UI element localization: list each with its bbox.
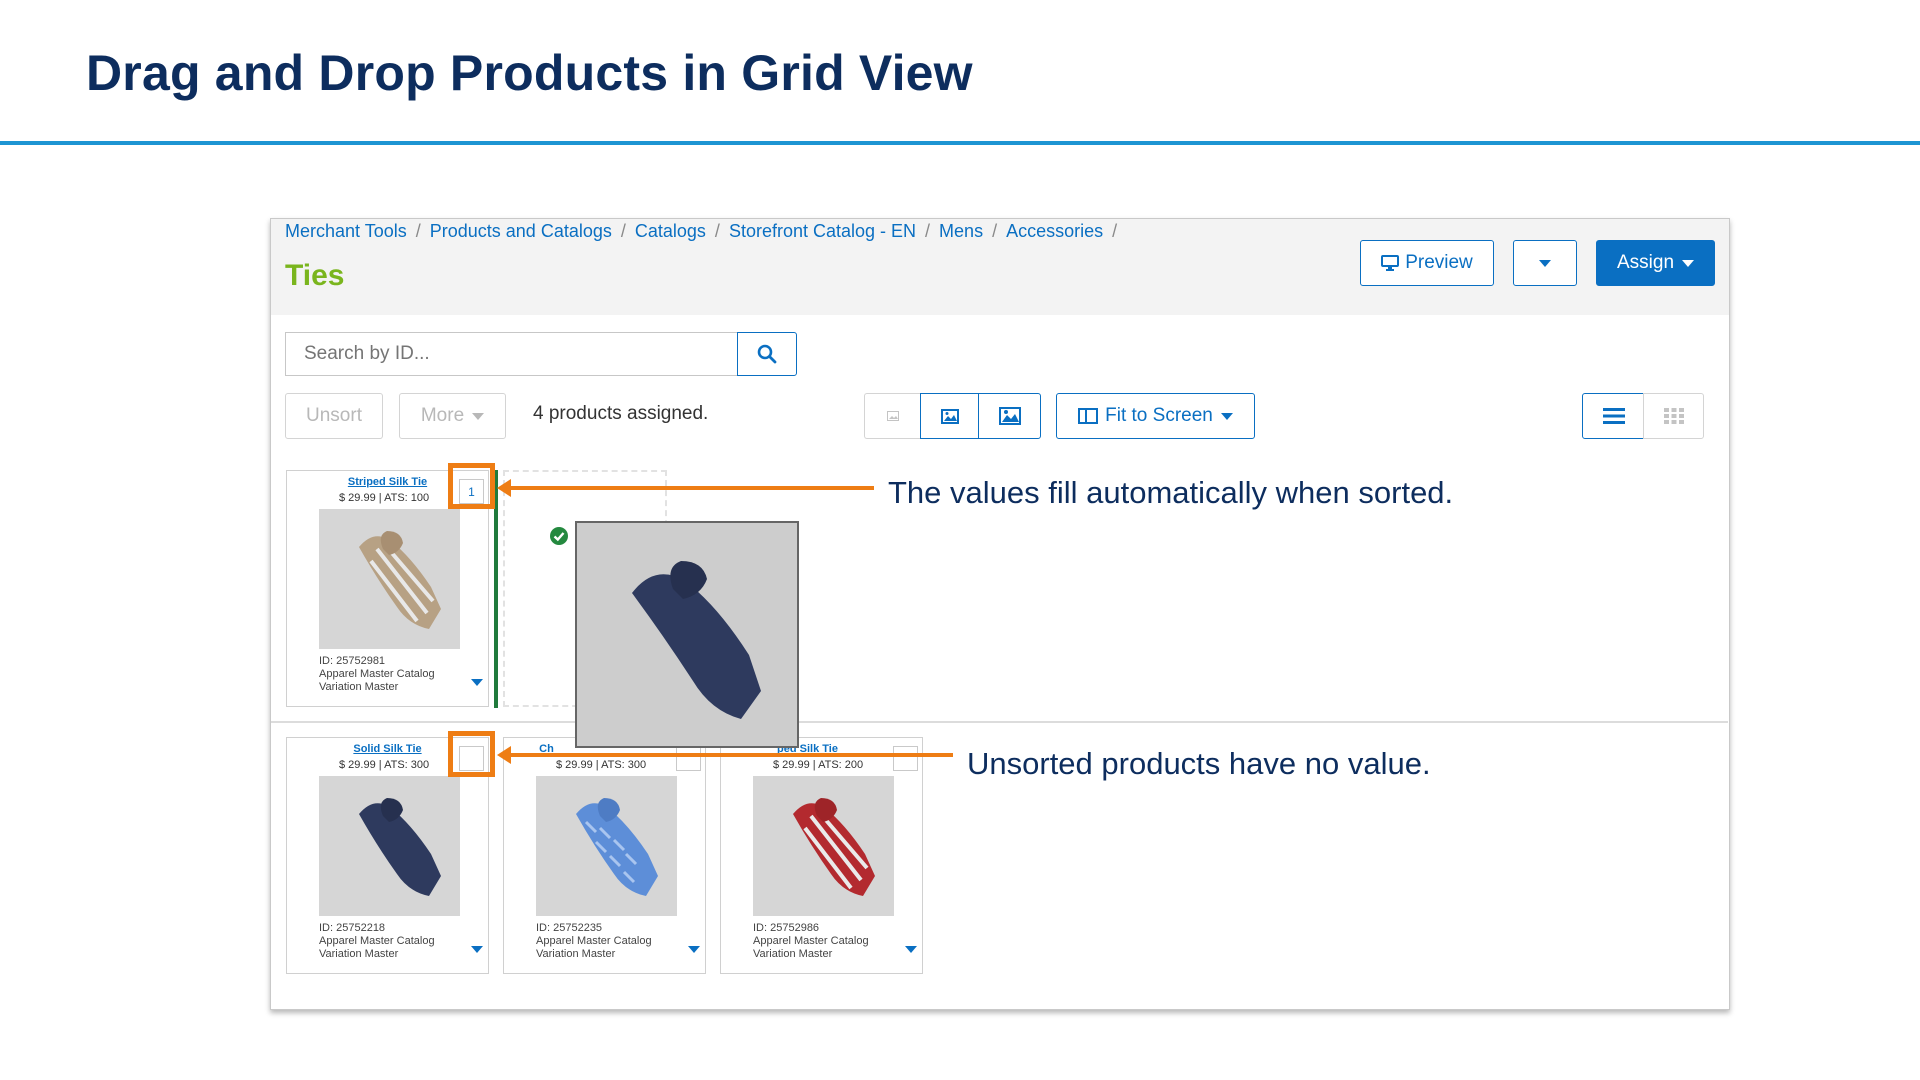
product-catalog: Apparel Master Catalog [536,935,652,947]
product-catalog: Apparel Master Catalog [319,935,435,947]
list-view-button[interactable] [1582,393,1645,439]
product-image [319,509,460,649]
fit-to-screen-label: Fit to Screen [1105,405,1213,426]
product-price: $ 29.99 | ATS: 300 [556,759,647,771]
chevron-down-icon [1682,259,1695,267]
search-icon [757,344,777,364]
chevron-down-icon[interactable] [471,679,483,686]
breadcrumb-item-accessories[interactable]: Accessories [1006,221,1103,241]
check-icon [550,527,568,545]
app-screenshot: Merchant Tools / Products and Catalogs / Cat… [270,218,1730,1010]
breadcrumb-separator: / [925,221,931,241]
actions-dropdown-button[interactable] [1513,240,1577,286]
unsort-button[interactable]: Unsort [285,393,383,439]
breadcrumb-item-products-and-catalogs[interactable]: Products and Catalogs [430,221,612,241]
page-header: Merchant Tools / Products and Catalogs / Cat… [271,219,1729,315]
product-card-checked-silk-tie[interactable]: Ch $ 29.99 | ATS: 300 ID: 25752235 Appar… [503,737,706,974]
slide-title: Drag and Drop Products in Grid View [86,45,973,101]
assign-label: Assign [1616,252,1675,273]
fit-to-screen-button[interactable]: Fit to Screen [1056,393,1255,439]
product-price: $ 29.99 | ATS: 300 [339,759,430,771]
product-type: Variation Master [536,948,616,960]
assigned-count: 4 products assigned. [533,403,709,424]
more-button[interactable]: More [399,393,506,439]
preview-button[interactable]: Preview [1360,240,1494,286]
breadcrumb-item-mens[interactable]: Mens [939,221,983,241]
product-type: Variation Master [319,948,399,960]
chevron-down-icon[interactable] [688,946,700,953]
image-size-small-button[interactable] [864,393,920,439]
product-catalog: Apparel Master Catalog [319,668,435,680]
product-catalog: Apparel Master Catalog [753,935,869,947]
preview-label: Preview [1405,252,1473,273]
product-meta: ID: 25752218 Apparel Master Catalog Vari… [319,922,435,961]
product-type: Variation Master [319,681,399,693]
monitor-icon [1381,255,1400,271]
sorted-value-highlight [448,463,495,509]
more-label: More [420,405,465,426]
product-image [319,776,460,916]
sort-value-box[interactable] [893,746,918,771]
chevron-down-icon [1220,412,1233,420]
breadcrumb-separator: / [714,221,720,241]
list-icon [1602,408,1625,424]
page-title: Ties [285,259,345,292]
search-input[interactable] [285,332,737,376]
breadcrumb-separator: / [620,221,626,241]
breadcrumb: Merchant Tools / Products and Catalogs / Cat… [285,221,1126,242]
unsorted-note: Unsorted products have no value. [967,746,1431,781]
dragged-product-image[interactable] [575,521,799,748]
image-size-medium-button[interactable] [920,393,980,439]
product-image [536,776,677,916]
product-price: $ 29.99 | ATS: 100 [339,492,430,504]
image-large-icon [998,407,1021,425]
product-id: ID: 25752981 [319,655,386,667]
image-small-icon [886,411,899,421]
product-image [753,776,894,916]
sort-value-box[interactable] [676,746,701,771]
sorted-note: The values fill automatically when sorte… [888,475,1454,510]
product-meta: ID: 25752235 Apparel Master Catalog Vari… [536,922,652,961]
chevron-down-icon[interactable] [471,946,483,953]
product-type: Variation Master [753,948,833,960]
grid-icon [1663,408,1684,424]
product-price: $ 29.99 | ATS: 200 [773,759,864,771]
image-medium-icon [941,408,959,424]
breadcrumb-separator: / [992,221,998,241]
breadcrumb-item-catalogs[interactable]: Catalogs [635,221,706,241]
unsort-label: Unsort [306,405,362,426]
product-meta: ID: 25752981 Apparel Master Catalog Vari… [319,655,435,694]
image-size-large-button[interactable] [978,393,1041,439]
chevron-down-icon [472,412,485,420]
title-rule [0,141,1920,145]
breadcrumb-separator: / [415,221,421,241]
arrow-line [508,753,953,757]
arrow-line [508,486,874,490]
sorted-unsorted-divider [271,721,1728,723]
grid-view-button[interactable] [1643,393,1704,439]
breadcrumb-item-merchant-tools[interactable]: Merchant Tools [285,221,407,241]
assign-button[interactable]: Assign [1596,240,1715,286]
chevron-down-icon [1539,259,1551,267]
breadcrumb-separator: / [1112,221,1118,241]
product-id: ID: 25752235 [536,922,603,934]
breadcrumb-item-storefront-catalog[interactable]: Storefront Catalog - EN [729,221,916,241]
product-meta: ID: 25752986 Apparel Master Catalog Vari… [753,922,869,961]
product-card-striped-silk-tie-red[interactable]: ped Silk Tie $ 29.99 | ATS: 200 ID: 2575… [720,737,923,974]
chevron-down-icon[interactable] [905,946,917,953]
product-id: ID: 25752986 [753,922,820,934]
unsorted-value-highlight [448,731,495,777]
product-id: ID: 25752218 [319,922,386,934]
search-button[interactable] [737,332,797,376]
columns-icon [1078,408,1099,424]
